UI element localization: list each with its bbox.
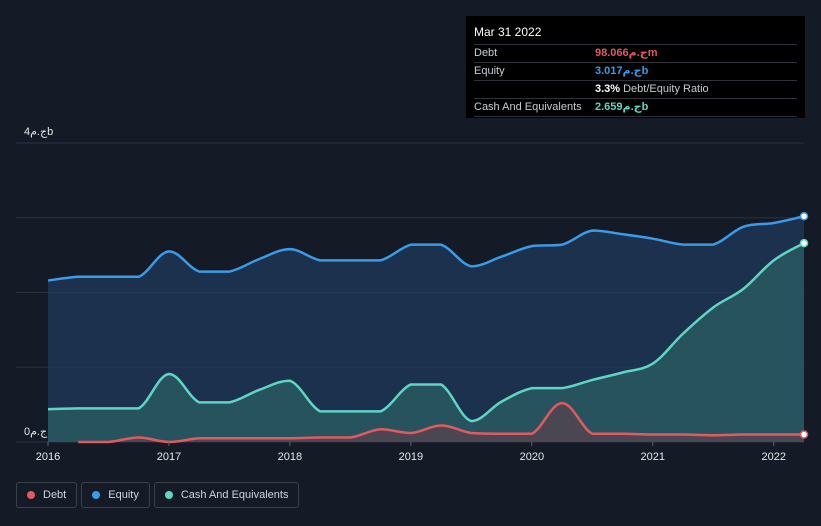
x-tick-label: 2017 <box>157 451 181 463</box>
x-axis-ticks: 2016 2017 2018 2019 2020 2021 2022 <box>36 442 786 463</box>
tooltip-value: 2.659ج.مb <box>595 101 649 113</box>
tooltip-date: Mar 31 2022 <box>474 25 542 39</box>
tooltip-ratio-caption: Debt/Equity Ratio <box>623 83 709 95</box>
x-tick-label: 2021 <box>641 451 665 463</box>
marker-cash-and-equivalents <box>799 238 809 248</box>
legend-item-cash[interactable]: Cash And Equivalents <box>153 482 300 508</box>
legend-item-equity[interactable]: Equity <box>81 482 150 508</box>
marker-equity <box>799 212 809 221</box>
chart-legend: Debt Equity Cash And Equivalents <box>16 482 300 508</box>
y-axis-bottom-label: 0ج.م <box>24 426 48 438</box>
legend-dot-icon <box>92 491 101 499</box>
legend-item-debt[interactable]: Debt <box>16 482 78 508</box>
tooltip-row-ratio: 3.3% Debt/Equity Ratio <box>474 80 797 98</box>
x-tick-label: 2016 <box>36 451 60 463</box>
tooltip-label <box>474 81 595 98</box>
x-tick-label: 2018 <box>278 451 302 463</box>
tooltip-label: Equity <box>474 65 505 77</box>
tooltip-value: 98.066ج.مm <box>595 47 658 59</box>
tooltip-label: Cash And Equivalents <box>474 101 582 113</box>
legend-label: Equity <box>108 489 139 501</box>
tooltip-value: 3.3% <box>595 83 621 95</box>
legend-label: Cash And Equivalents <box>180 489 289 501</box>
series-areas <box>48 216 805 442</box>
tooltip-label: Debt <box>474 47 498 59</box>
tooltip-panel: Mar 31 2022 Debt 98.066ج.مm Equity 3.017… <box>466 16 805 118</box>
tooltip-row-debt: Debt 98.066ج.مm <box>474 44 797 62</box>
marker-debt <box>799 430 809 439</box>
x-tick-label: 2022 <box>762 451 786 463</box>
legend-label: Debt <box>43 489 67 501</box>
legend-dot-icon <box>164 491 173 499</box>
x-tick-label: 2020 <box>520 451 544 463</box>
x-tick-label: 2019 <box>399 451 423 463</box>
tooltip-row-equity: Equity 3.017ج.مb <box>474 62 797 80</box>
tooltip-row-cash: Cash And Equivalents 2.659ج.مb <box>474 98 797 117</box>
y-axis-top-label: 4ج.مb <box>24 126 54 138</box>
legend-dot-icon <box>27 491 35 499</box>
tooltip-value: 3.017ج.مb <box>595 65 649 77</box>
